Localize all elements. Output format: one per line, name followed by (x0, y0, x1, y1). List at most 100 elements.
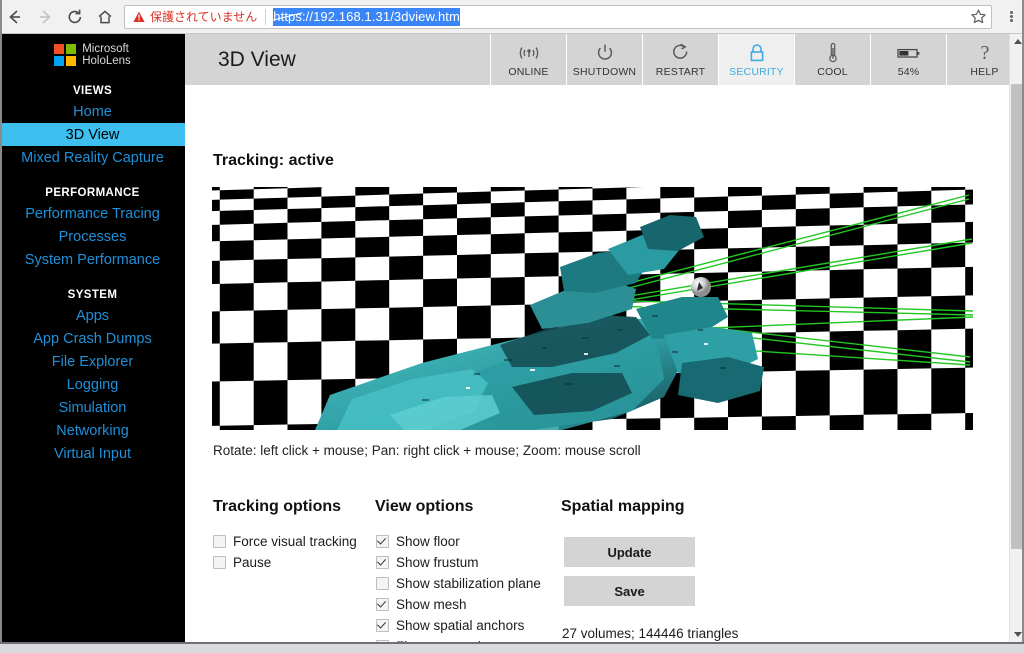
sidebar-item-processes[interactable]: Processes (0, 225, 185, 248)
home-icon (98, 9, 112, 23)
window-bottom-edge (0, 642, 1024, 653)
arrow-right-icon (40, 9, 51, 24)
thermometer-icon (826, 42, 840, 64)
sidebar-item-logging[interactable]: Logging (0, 373, 185, 396)
page-body: Tracking: active Rotate: left click + mo… (185, 85, 1009, 642)
window-border-left (0, 0, 2, 653)
svg-text:?: ? (980, 42, 989, 64)
refresh-circle-icon (671, 42, 691, 64)
update-button[interactable]: Update (564, 537, 695, 567)
sidebar-item-networking[interactable]: Networking (0, 419, 185, 442)
toolbar-item-shutdown[interactable]: SHUTDOWN (566, 34, 642, 85)
sidebar-item-mixed-reality-capture[interactable]: Mixed Reality Capture (0, 146, 185, 169)
toolbar-item-security[interactable]: SECURITY (718, 34, 794, 85)
warning-triangle-icon (133, 11, 145, 22)
question-mark-icon: ? (976, 42, 994, 64)
sidebar-item-simulation[interactable]: Simulation (0, 396, 185, 419)
sidebar-item-file-explorer[interactable]: File Explorer (0, 350, 185, 373)
option-show-stabilization-plane[interactable]: Show stabilization plane (376, 576, 541, 591)
address-bar[interactable]: 保護されていません https://192.168.1.31/3dview.ht… (124, 4, 992, 29)
checkbox-force-visual-tracking[interactable] (213, 535, 226, 548)
3d-viewer[interactable] (212, 187, 973, 430)
spatial-mapping-stats: 27 volumes; 144446 triangles (562, 626, 739, 641)
option-pause[interactable]: Pause (213, 555, 271, 570)
sidebar-group-system: SYSTEM (67, 289, 118, 301)
option-label: Show mesh (396, 597, 467, 612)
power-icon (595, 42, 615, 64)
sidebar-item-3d-view[interactable]: 3D View (0, 123, 185, 146)
checkbox-pause[interactable] (213, 556, 226, 569)
option-label: Pause (233, 555, 272, 570)
option-show-frustum[interactable]: Show frustum (376, 555, 479, 570)
sidebar: Microsoft HoloLens VIEWS Home 3D View Mi… (0, 34, 185, 642)
toolbar-item-battery[interactable]: 54% (870, 34, 946, 85)
option-show-floor[interactable]: Show floor (376, 534, 460, 549)
app-header: 3D View ONLINE SHUTDOWN RESTART SECURITY… (185, 34, 1009, 85)
sidebar-item-system-performance[interactable]: System Performance (0, 248, 185, 271)
option-label: Show spatial anchors (396, 618, 525, 633)
toolbar-label-shutdown: SHUTDOWN (572, 65, 637, 78)
option-label: Show floor (396, 534, 460, 549)
checkbox-show-spatial-anchors[interactable] (376, 619, 389, 632)
forward-button[interactable] (30, 2, 60, 32)
toolbar-label-battery-percent: COOL (817, 65, 848, 78)
toolbar-item-online[interactable]: ONLINE (490, 34, 566, 85)
sidebar-item-virtual-input[interactable]: Virtual Input (0, 442, 185, 465)
reload-button[interactable] (60, 2, 90, 32)
sidebar-item-home[interactable]: Home (0, 100, 185, 123)
sidebar-group-views: VIEWS (72, 85, 113, 97)
toolbar-item-cool[interactable]: COOL (794, 34, 870, 85)
toolbar-label-security: SECURITY (729, 65, 784, 78)
brand-line-2: HoloLens (82, 55, 131, 67)
heading-spatial-mapping: Spatial mapping (561, 498, 685, 515)
browser-toolbar: 保護されていません https://192.168.1.31/3dview.ht… (0, 0, 1024, 34)
url-text[interactable]: https://192.168.1.31/3dview.htm (273, 7, 460, 26)
checkbox-show-mesh[interactable] (376, 598, 389, 611)
chevron-up-icon (1013, 39, 1022, 44)
option-label: Show frustum (396, 555, 479, 570)
tracking-status: Tracking: active (213, 152, 334, 169)
toolbar-label-help: HELP (970, 65, 999, 78)
star-icon[interactable] (970, 8, 987, 25)
chevron-down-icon (1013, 632, 1022, 637)
checkbox-show-frustum[interactable] (376, 556, 389, 569)
omnibox-divider (265, 8, 267, 25)
url-scheme-struck: https (273, 8, 302, 24)
sidebar-group-performance: PERFORMANCE (45, 187, 140, 199)
home-button[interactable] (90, 2, 120, 32)
checkbox-show-stabilization-plane[interactable] (376, 577, 389, 590)
microsoft-logo-icon (54, 44, 77, 66)
interaction-hint: Rotate: left click + mouse; Pan: right c… (213, 443, 641, 458)
security-warning[interactable]: 保護されていません (129, 8, 265, 25)
battery-icon (896, 42, 922, 64)
heading-tracking-options: Tracking options (213, 498, 342, 515)
browser-menu-button[interactable] (998, 2, 1024, 32)
brand-logo: Microsoft HoloLens (0, 34, 185, 67)
three-dot-menu-icon (1009, 9, 1013, 23)
option-force-visual-tracking[interactable]: Force visual tracking (213, 534, 357, 549)
back-button[interactable] (0, 2, 30, 32)
security-warning-text: 保護されていません (150, 10, 258, 24)
checkbox-show-floor[interactable] (376, 535, 389, 548)
sidebar-item-app-crash-dumps[interactable]: App Crash Dumps (0, 327, 185, 350)
save-button[interactable]: Save (564, 576, 695, 606)
arrow-left-icon (9, 9, 20, 24)
page-viewport: Microsoft HoloLens VIEWS Home 3D View Mi… (0, 34, 1024, 642)
wifi-signal-icon (518, 42, 540, 64)
reload-icon (68, 9, 82, 23)
sidebar-item-apps[interactable]: Apps (0, 304, 185, 327)
toolbar-label-online: ONLINE (508, 65, 549, 78)
toolbar-label-battery: 54% (897, 65, 920, 78)
brand-line-1: Microsoft (82, 43, 129, 55)
lock-icon (748, 42, 766, 64)
option-label: Show stabilization plane (396, 576, 541, 591)
option-show-mesh[interactable]: Show mesh (376, 597, 467, 612)
heading-view-options: View options (375, 498, 474, 515)
status-toolbar: ONLINE SHUTDOWN RESTART SECURITY COOL 54… (490, 34, 1022, 85)
toolbar-item-restart[interactable]: RESTART (642, 34, 718, 85)
content-pane: 3D View ONLINE SHUTDOWN RESTART SECURITY… (185, 34, 1024, 642)
option-label: Force visual tracking (233, 534, 357, 549)
sidebar-item-performance-tracing[interactable]: Performance Tracing (0, 202, 185, 225)
3d-scene-canvas (212, 187, 973, 430)
option-show-spatial-anchors[interactable]: Show spatial anchors (376, 618, 524, 633)
